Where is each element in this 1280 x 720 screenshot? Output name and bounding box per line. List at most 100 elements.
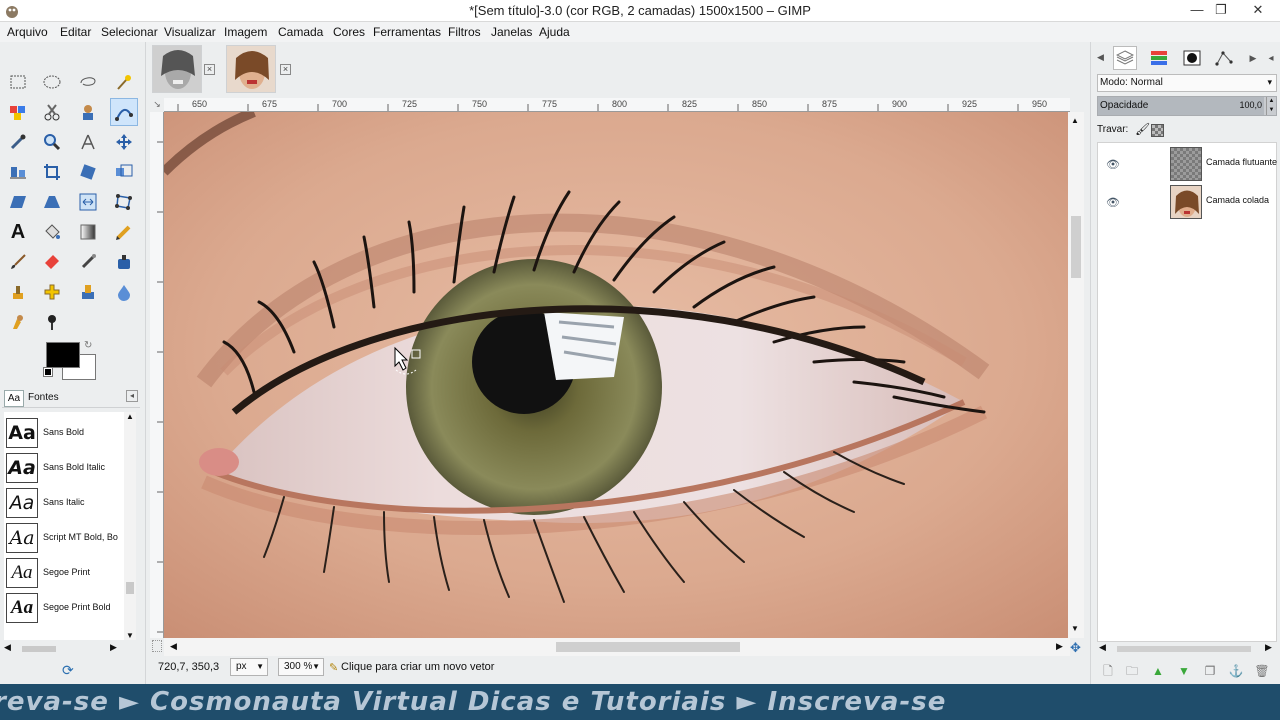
layer-row[interactable]: 👁 Camada flutuante bbox=[1098, 145, 1277, 183]
eye-icon[interactable]: 👁 bbox=[1106, 158, 1120, 171]
font-item[interactable]: Aa Script MT Bold, Bo bbox=[4, 521, 122, 555]
lower-layer-icon[interactable]: ▼ bbox=[1175, 662, 1193, 680]
scrollbar-thumb[interactable] bbox=[1071, 216, 1081, 278]
select-by-color-icon[interactable] bbox=[4, 98, 32, 126]
ruler-corner[interactable]: ↘ bbox=[150, 98, 164, 112]
menu-imagem[interactable]: Imagem bbox=[224, 25, 267, 39]
image-canvas[interactable] bbox=[164, 112, 1068, 638]
scroll-down-icon[interactable]: ▼ bbox=[1071, 624, 1079, 633]
scissors-icon[interactable] bbox=[38, 98, 66, 126]
foreground-select-icon[interactable] bbox=[74, 98, 102, 126]
image-tab-2[interactable] bbox=[226, 45, 276, 93]
close-tab-icon[interactable]: × bbox=[280, 64, 291, 75]
paths-tab-icon[interactable] bbox=[1212, 46, 1236, 70]
toolbox-horizontal-scrollbar[interactable]: ◀ ▶ bbox=[4, 642, 118, 656]
font-item[interactable]: Aa Segoe Print bbox=[4, 556, 122, 590]
anchor-layer-icon[interactable]: ⚓ bbox=[1227, 662, 1245, 680]
channels-tab-icon[interactable] bbox=[1147, 46, 1171, 70]
quick-mask-toggle[interactable] bbox=[152, 640, 162, 652]
blur-icon[interactable] bbox=[110, 278, 138, 306]
new-layer-group-icon[interactable]: 🗀 bbox=[1123, 662, 1141, 680]
unit-select[interactable]: px ▼ bbox=[230, 658, 268, 676]
scale-icon[interactable] bbox=[110, 158, 138, 186]
eraser-icon[interactable] bbox=[38, 248, 66, 276]
font-item[interactable]: Aa Sans Bold Italic bbox=[4, 451, 122, 485]
scroll-right-icon[interactable]: ▶ bbox=[1056, 641, 1063, 652]
scroll-left-icon[interactable]: ◀ bbox=[170, 641, 177, 652]
mode-select[interactable]: Modo: Normal ▾ bbox=[1097, 74, 1277, 92]
navigate-icon[interactable]: ✥ bbox=[1070, 640, 1081, 656]
bucket-fill-icon[interactable] bbox=[38, 218, 66, 246]
ellipse-select-icon[interactable] bbox=[38, 68, 66, 96]
zoom-select[interactable]: 300 % ▼ bbox=[278, 658, 324, 676]
tab-menu-icon[interactable]: ◂ bbox=[126, 390, 138, 402]
delete-layer-icon[interactable]: 🗑 bbox=[1253, 662, 1271, 680]
scrollbar-thumb[interactable] bbox=[1117, 646, 1251, 652]
lasso-icon[interactable] bbox=[74, 68, 102, 96]
lock-pixels-icon[interactable]: 🖌 bbox=[1135, 122, 1150, 136]
crop-icon[interactable] bbox=[38, 158, 66, 186]
pencil-icon[interactable] bbox=[110, 218, 138, 246]
scroll-right-icon[interactable]: ▶ bbox=[110, 642, 117, 653]
dodge-burn-icon[interactable] bbox=[38, 308, 66, 336]
dock-left-arrow-icon[interactable]: ◀ bbox=[1097, 52, 1104, 63]
menu-visualizar[interactable]: Visualizar bbox=[164, 25, 216, 39]
lock-alpha-icon[interactable] bbox=[1151, 124, 1164, 137]
image-tab-1[interactable] bbox=[152, 45, 202, 93]
color-picker-icon[interactable] bbox=[4, 128, 32, 156]
menu-cores[interactable]: Cores bbox=[333, 25, 365, 39]
scroll-up-icon[interactable]: ▲ bbox=[126, 412, 134, 421]
layers-tab-icon[interactable] bbox=[1113, 46, 1137, 70]
raise-layer-icon[interactable]: ▲ bbox=[1149, 662, 1167, 680]
horizontal-ruler[interactable]: 650 675 700 725 750 775 800 825 850 875 … bbox=[164, 98, 1070, 112]
scrollbar-thumb[interactable] bbox=[556, 642, 740, 652]
scroll-up-icon[interactable]: ▲ bbox=[1071, 116, 1079, 125]
layers-horizontal-scrollbar[interactable]: ◀ ▶ bbox=[1097, 642, 1277, 656]
rotate-icon[interactable] bbox=[74, 158, 102, 186]
measure-icon[interactable] bbox=[74, 128, 102, 156]
font-list-scrollbar[interactable]: ▲ ▼ bbox=[124, 412, 136, 640]
menu-camada[interactable]: Camada bbox=[278, 25, 323, 39]
scroll-right-icon[interactable]: ▶ bbox=[1265, 642, 1272, 653]
opacity-slider[interactable]: Opacidade 100,0 ▲ ▼ bbox=[1097, 96, 1277, 116]
menu-ajuda[interactable]: Ajuda bbox=[539, 25, 570, 39]
gradient-icon[interactable] bbox=[74, 218, 102, 246]
scroll-left-icon[interactable]: ◀ bbox=[1099, 642, 1106, 653]
flip-icon[interactable] bbox=[74, 188, 102, 216]
perspective-icon[interactable] bbox=[38, 188, 66, 216]
vertical-ruler[interactable] bbox=[150, 112, 164, 638]
airbrush-icon[interactable] bbox=[74, 248, 102, 276]
duplicate-layer-icon[interactable]: ❐ bbox=[1201, 662, 1219, 680]
refresh-icon[interactable]: ⟳ bbox=[62, 662, 74, 679]
menu-filtros[interactable]: Filtros bbox=[448, 25, 481, 39]
font-item[interactable]: Aa Sans Bold bbox=[4, 416, 122, 450]
new-layer-icon[interactable]: 🗋 bbox=[1099, 662, 1117, 680]
canvas-vertical-scrollbar[interactable]: ▲ ▼ bbox=[1068, 112, 1084, 638]
cage-transform-icon[interactable] bbox=[110, 188, 138, 216]
move-icon[interactable] bbox=[110, 128, 138, 156]
rect-select-icon[interactable] bbox=[4, 68, 32, 96]
dock-menu-icon[interactable]: ◂ bbox=[1259, 46, 1280, 70]
fonts-dock-tab[interactable]: Aa Fontes ◂ bbox=[2, 388, 140, 408]
menu-editar[interactable]: Editar bbox=[60, 25, 91, 39]
menu-ferramentas[interactable]: Ferramentas bbox=[373, 25, 441, 39]
scroll-left-icon[interactable]: ◀ bbox=[4, 642, 11, 653]
minimize-button[interactable]: — bbox=[1184, 0, 1210, 22]
paintbrush-icon[interactable] bbox=[4, 248, 32, 276]
scroll-down-icon[interactable]: ▼ bbox=[126, 631, 134, 640]
canvas-horizontal-scrollbar[interactable]: ◀ ▶ bbox=[164, 638, 1070, 656]
zoom-icon[interactable] bbox=[38, 128, 66, 156]
paths-tool-icon[interactable] bbox=[110, 98, 138, 126]
scrollbar-thumb[interactable] bbox=[22, 646, 56, 652]
swap-colors-icon[interactable]: ↻ bbox=[84, 340, 92, 351]
eye-icon[interactable]: 👁 bbox=[1106, 196, 1120, 209]
layer-row[interactable]: 👁 Camada colada bbox=[1098, 183, 1276, 221]
close-tab-icon[interactable]: × bbox=[204, 64, 215, 75]
maximize-button[interactable]: ❐ bbox=[1208, 0, 1234, 22]
font-item[interactable]: Aa Sans Italic bbox=[4, 486, 122, 520]
fuzzy-select-icon[interactable] bbox=[110, 68, 138, 96]
text-tool-icon[interactable]: A bbox=[4, 218, 32, 246]
heal-icon[interactable] bbox=[38, 278, 66, 306]
menu-arquivo[interactable]: Arquivo bbox=[7, 25, 48, 39]
mask-tab-icon[interactable] bbox=[1180, 46, 1204, 70]
